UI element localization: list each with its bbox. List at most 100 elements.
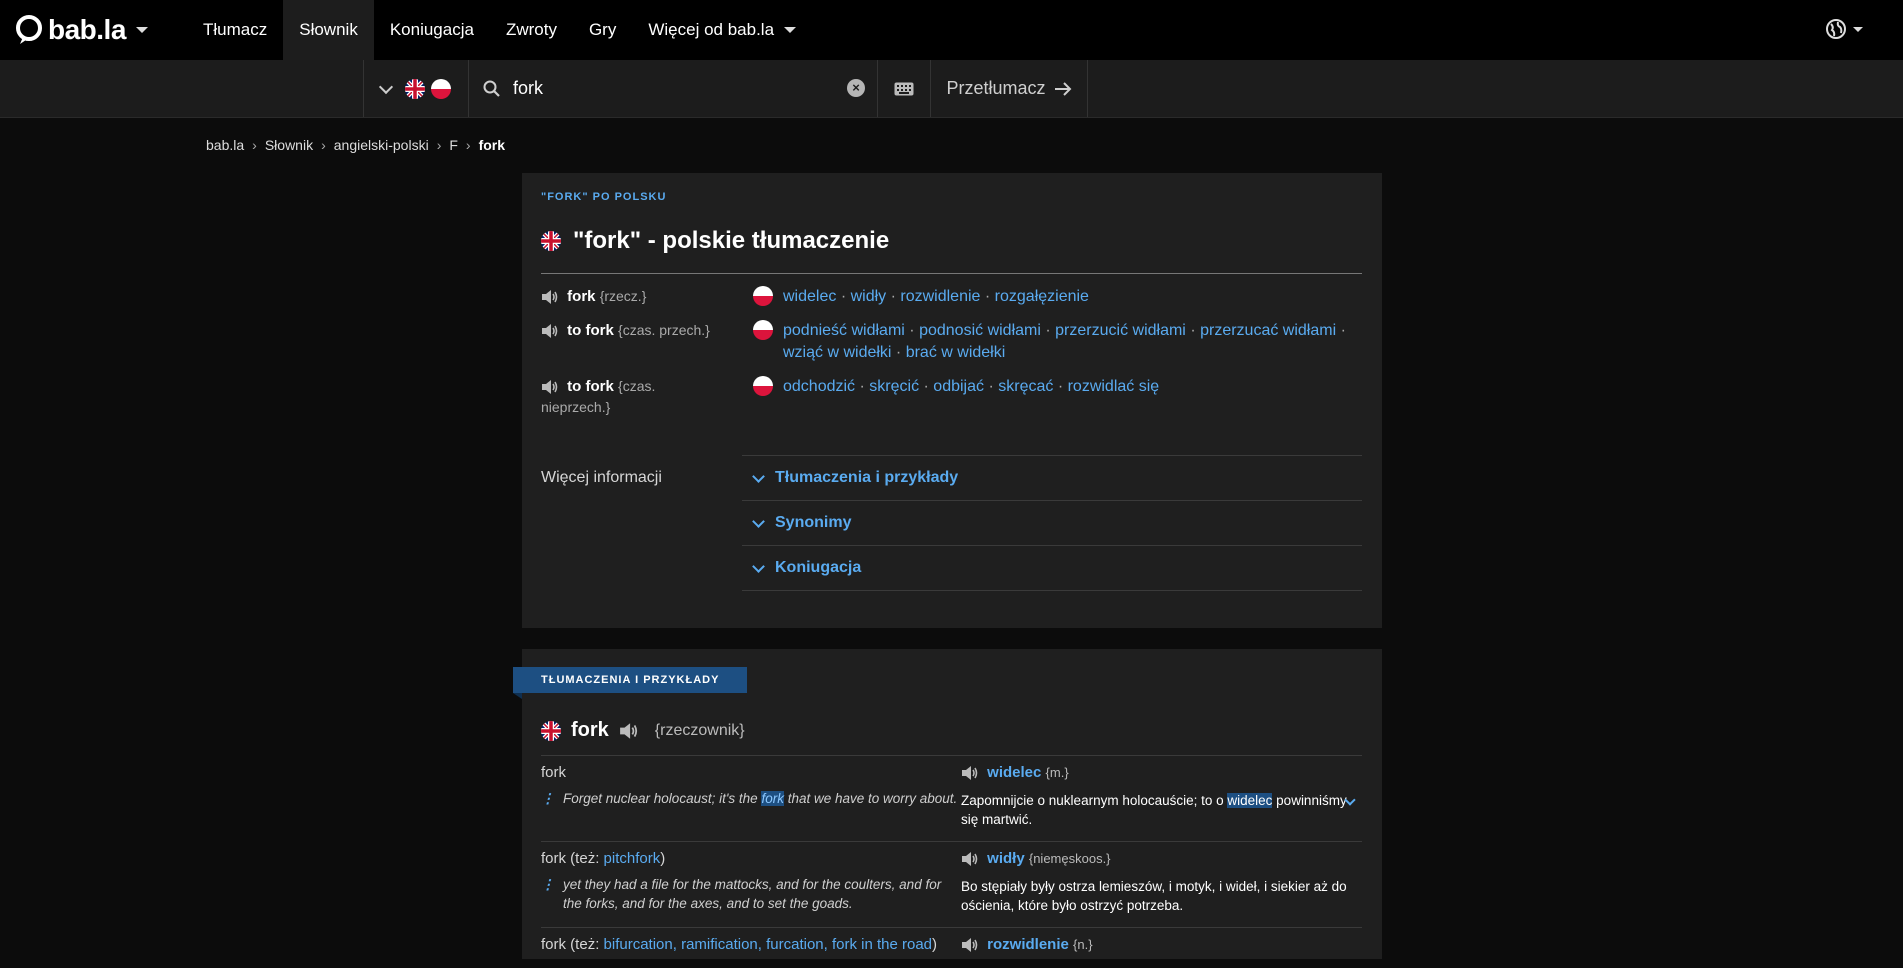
nav-koniugacja[interactable]: Koniugacja bbox=[374, 0, 490, 60]
speaker-icon[interactable] bbox=[541, 379, 559, 395]
summary-eyebrow: "FORK" PO POLSKU bbox=[541, 191, 667, 203]
breadcrumb-slownik[interactable]: Słownik bbox=[265, 137, 313, 153]
more-vert-icon[interactable]: ⋮ bbox=[541, 875, 555, 913]
speaker-icon[interactable] bbox=[541, 323, 559, 339]
more-info-label: Więcej informacji bbox=[541, 469, 662, 486]
translation-link[interactable]: widły bbox=[851, 288, 887, 305]
translation-link[interactable]: brać w widełki bbox=[906, 344, 1006, 361]
translation-link[interactable]: rozgałęzienie bbox=[995, 288, 1089, 305]
chevron-down-icon bbox=[752, 469, 765, 483]
part-of-speech: {rzecz.} bbox=[599, 288, 647, 304]
language-selector[interactable] bbox=[1825, 18, 1863, 40]
speaker-icon[interactable] bbox=[961, 851, 979, 867]
breadcrumb-separator: › bbox=[252, 137, 257, 153]
search-input[interactable] bbox=[511, 77, 805, 100]
part-of-speech: {czas. przech.} bbox=[618, 322, 710, 338]
examples-card: TŁUMACZENIA I PRZYKŁADY fork {rzeczownik… bbox=[513, 649, 1382, 959]
entry-word: fork bbox=[571, 719, 609, 741]
search-icon bbox=[483, 80, 500, 97]
target-words: odchodzić · skręcić · odbijać · skręcać … bbox=[753, 376, 1362, 418]
translation-link[interactable]: skręcać bbox=[998, 378, 1053, 395]
translation-link[interactable]: przerzucać widłami bbox=[1200, 322, 1336, 339]
translation-link[interactable]: rozwidlać się bbox=[1068, 378, 1160, 395]
translation-row: to fork {czas. przech.} podnieść widłami… bbox=[541, 320, 1362, 364]
nav-more[interactable]: Więcej od bab.la bbox=[632, 0, 812, 60]
translation-link[interactable]: przerzucić widłami bbox=[1055, 322, 1186, 339]
pl-flag-icon bbox=[753, 320, 773, 340]
target-word-link[interactable]: widły bbox=[987, 850, 1025, 867]
grammar-tag: {niemęskoos.} bbox=[1028, 851, 1111, 866]
example-target: widły {niemęskoos.} Bo stępiały były ost… bbox=[961, 842, 1362, 926]
translation-link[interactable]: wziąć w widełki bbox=[783, 344, 891, 361]
keyboard-button[interactable] bbox=[878, 60, 931, 117]
chevron-down-icon bbox=[1853, 26, 1863, 32]
translator-button[interactable]: Przetłumacz bbox=[931, 60, 1088, 117]
nav-gry[interactable]: Gry bbox=[573, 0, 632, 60]
logo-dropdown-caret-icon[interactable] bbox=[135, 27, 148, 33]
top-navigation: bab.la Tłumacz Słownik Koniugacja Zwroty… bbox=[0, 0, 1903, 60]
accordion-translations-examples[interactable]: Tłumaczenia i przykłady bbox=[742, 455, 1362, 500]
translation-row: to fork {czas. nieprzech.} odchodzić · s… bbox=[541, 376, 1362, 418]
translation-link[interactable]: skręcić bbox=[869, 378, 919, 395]
example-source: fork (też: pitchfork) ⋮ yet they had a f… bbox=[541, 842, 961, 926]
clear-search-icon[interactable]: × bbox=[847, 79, 865, 97]
target-word-link[interactable]: rozwidlenie bbox=[987, 936, 1069, 953]
breadcrumb-angielski-polski[interactable]: angielski-polski bbox=[334, 137, 429, 153]
speaker-icon[interactable] bbox=[619, 722, 639, 740]
synonym-link[interactable]: bifurcation, ramification, furcation, fo… bbox=[604, 936, 933, 953]
translation-link[interactable]: podnosić widłami bbox=[919, 322, 1041, 339]
more-vert-icon[interactable]: ⋮ bbox=[541, 789, 555, 808]
language-pair-selector[interactable] bbox=[364, 60, 469, 117]
example-source: fork ⋮ Forget nuclear holocaust; it's th… bbox=[541, 756, 961, 840]
nav-slownik[interactable]: Słownik bbox=[283, 0, 374, 60]
example-row: fork (też: pitchfork) ⋮ yet they had a f… bbox=[541, 841, 1362, 926]
speaker-icon[interactable] bbox=[961, 937, 979, 953]
source-term: to fork {czas. przech.} bbox=[541, 320, 741, 364]
accordion-label: Koniugacja bbox=[775, 559, 862, 576]
translation-link[interactable]: odchodzić bbox=[783, 378, 855, 395]
pl-flag-icon bbox=[431, 78, 451, 99]
translation-link[interactable]: widelec bbox=[783, 288, 836, 305]
example-sentence-en: Forget nuclear holocaust; it's the fork … bbox=[563, 791, 958, 806]
nav-zwroty[interactable]: Zwroty bbox=[490, 0, 573, 60]
search-row: × Przetłumacz bbox=[0, 60, 1903, 118]
translator-label: Przetłumacz bbox=[946, 78, 1046, 98]
logo-text: bab.la bbox=[48, 14, 126, 45]
translation-link[interactable]: odbijać bbox=[933, 378, 984, 395]
translation-link[interactable]: podnieść widłami bbox=[783, 322, 905, 339]
term: to fork bbox=[567, 322, 614, 339]
more-info-accordion: Tłumaczenia i przykłady Synonimy Koniuga… bbox=[742, 455, 1362, 591]
pl-flag-icon bbox=[753, 376, 773, 396]
keyboard-icon bbox=[894, 82, 914, 95]
nav-tlumacz[interactable]: Tłumacz bbox=[187, 0, 283, 60]
breadcrumb-separator: › bbox=[465, 137, 471, 153]
grammar-tag: {m.} bbox=[1045, 765, 1069, 780]
summary-headline: "fork" - polskie tłumaczenie bbox=[541, 227, 889, 255]
speech-bubble-icon bbox=[14, 15, 44, 45]
target-word-link[interactable]: widelec bbox=[987, 764, 1041, 781]
accordion-synonyms[interactable]: Synonimy bbox=[742, 500, 1362, 545]
target-words: widelec · widły · rozwidlenie · rozgałęz… bbox=[753, 286, 1362, 308]
example-sentence-pl: Zapomnijcie o nuklearnym holocauście; to… bbox=[961, 793, 1347, 828]
chevron-down-icon bbox=[752, 514, 765, 528]
breadcrumb-letter[interactable]: F bbox=[449, 137, 458, 153]
example-sentence-pl: Bo stępiały były ostrza lemieszów, i mot… bbox=[961, 879, 1347, 914]
synonym-link[interactable]: pitchfork bbox=[604, 850, 661, 867]
accordion-label: Tłumaczenia i przykłady bbox=[775, 469, 959, 486]
term: to fork bbox=[567, 378, 614, 395]
breadcrumb: bab.la › Słownik › angielski-polski › F › fo… bbox=[206, 137, 505, 153]
translation-summary-card: "FORK" PO POLSKU "fork" - polskie tłumac… bbox=[522, 173, 1382, 628]
speaker-icon[interactable] bbox=[541, 289, 559, 305]
page-title: "fork" - polskie tłumaczenie bbox=[573, 227, 890, 254]
part-of-speech-cont: nieprzech.} bbox=[541, 399, 611, 415]
accordion-conjugation[interactable]: Koniugacja bbox=[742, 545, 1362, 591]
chevron-down-icon bbox=[378, 79, 394, 94]
chevron-down-icon bbox=[752, 559, 765, 573]
babla-logo[interactable]: bab.la bbox=[14, 14, 174, 46]
breadcrumb-home[interactable]: bab.la bbox=[206, 137, 244, 153]
translation-link[interactable]: rozwidlenie bbox=[900, 288, 980, 305]
speaker-icon[interactable] bbox=[961, 765, 979, 781]
example-source-word: fork bbox=[541, 764, 567, 781]
search-input-wrap: × bbox=[469, 60, 878, 117]
breadcrumb-separator: › bbox=[436, 137, 442, 153]
